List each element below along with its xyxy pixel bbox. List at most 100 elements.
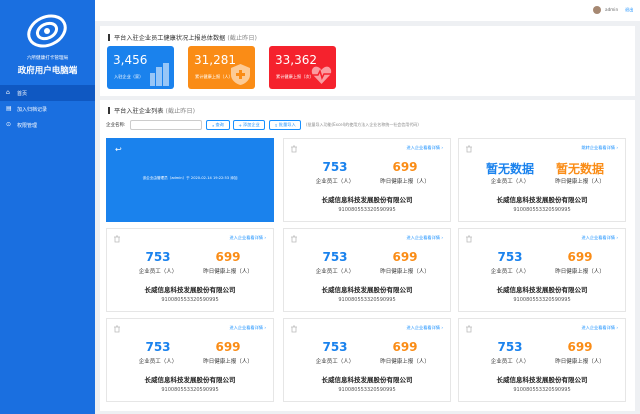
stat-label: 入驻企业（家）: [114, 74, 144, 79]
company-card[interactable]: 进入企业看看详情 › 753 699 企业员工（人） 昨日健康上报（人） 长威信息科技发展…: [106, 318, 274, 402]
sidebar: 六所健康打卡管理局 政府用户电脑端 ⌂ 首页 ▤ 加入归档记录 ⊙ 权限管理: [0, 0, 95, 414]
report-count: 699: [567, 250, 593, 264]
enter-details-link[interactable]: 进入企业看看详情 ›: [406, 325, 443, 331]
company-name: 长威信息科技发展股份有限公司: [321, 286, 413, 294]
enter-details-link[interactable]: 进入企业看看详情 ›: [581, 235, 618, 241]
search-button[interactable]: ⌕ 查询: [206, 120, 230, 130]
credit-code: 910080553320590995: [161, 297, 219, 303]
summary-panel: 平台入驻企业员工健康状况上报总体数据 (截止昨日): [100, 26, 635, 96]
enter-details-link[interactable]: 进入企业看看详情 ›: [406, 145, 443, 151]
staff-label: 企业员工（人）: [315, 359, 355, 365]
company-name: 长威信息科技发展股份有限公司: [496, 286, 588, 294]
back-icon[interactable]: ↩: [115, 145, 122, 154]
enter-details-link[interactable]: 跳转企业看看详情 ›: [581, 145, 618, 151]
upload-icon: ⇪: [274, 122, 278, 128]
staff-label: 企业员工（人）: [138, 269, 178, 275]
trash-icon[interactable]: [465, 325, 473, 333]
staff-label: 企业员工（人）: [315, 269, 355, 275]
staff-count: 753: [497, 250, 523, 264]
nav-label: 权限管理: [17, 122, 38, 129]
trash-icon[interactable]: [290, 235, 298, 243]
company-card[interactable]: 进入企业看看详情 › 753 699 企业员工（人） 昨日健康上报（人） 长威信息科技发展…: [283, 228, 451, 312]
logout-link[interactable]: 退出: [625, 7, 633, 13]
company-card-selected[interactable]: ↩ 该企业由管理员（admin）于 2020-02-14 19:22:53 添加: [106, 138, 274, 222]
stat-card-reports: 33,362 累计健康上报（次）: [269, 46, 336, 89]
credit-code: 910080553320590995: [513, 297, 571, 303]
search-icon: ⌕: [212, 122, 215, 128]
username: admin: [605, 7, 619, 12]
company-card[interactable]: 进入企业看看详情 › 753 699 企业员工（人） 昨日健康上报（人） 长威信息科技发展…: [106, 228, 274, 312]
enter-details-link[interactable]: 进入企业看看详情 ›: [229, 325, 266, 331]
report-count: 699: [215, 250, 241, 264]
staff-count: 753: [145, 340, 171, 354]
credit-code: 910080553320590995: [513, 387, 571, 393]
trash-icon[interactable]: [290, 325, 298, 333]
avatar[interactable]: [593, 6, 601, 14]
company-name: 长威信息科技发展股份有限公司: [321, 196, 413, 204]
trash-icon[interactable]: [113, 325, 121, 333]
trash-icon[interactable]: [290, 145, 298, 153]
heartbeat-icon: [311, 66, 332, 84]
plus-icon: +: [238, 122, 242, 128]
home-icon: ⌂: [6, 89, 10, 96]
enter-details-link[interactable]: 进入企业看看详情 ›: [581, 325, 618, 331]
stat-value: 3,456: [113, 53, 148, 67]
staff-label: 企业员工（人）: [490, 359, 530, 365]
app-logo-icon: [27, 14, 67, 48]
stat-label: 累计健康上报（人）: [195, 74, 233, 79]
top-bar: admin 退出: [95, 0, 640, 21]
company-name-input[interactable]: [130, 120, 202, 130]
credit-code: 910080553320590995: [338, 387, 396, 393]
staff-label: 企业员工（人）: [315, 179, 355, 185]
report-label: 昨日健康上报（人）: [203, 269, 253, 275]
company-card[interactable]: 跳转企业看看详情 › 暂无数据 暂无数据 企业员工（人） 昨日健康上报（人） 长威信息科技…: [458, 138, 626, 222]
nav-label: 首页: [17, 90, 28, 97]
report-count: 暂无数据: [555, 162, 604, 176]
staff-count: 753: [497, 340, 523, 354]
stat-card-companies: 3,456 入驻企业（家）: [107, 46, 174, 89]
nav-item-home[interactable]: ⌂ 首页: [0, 85, 95, 101]
nav-item-permissions[interactable]: ⊙ 权限管理: [0, 117, 95, 133]
staff-label: 企业员工（人）: [490, 269, 530, 275]
document-icon: ▤: [6, 105, 12, 112]
report-count: 699: [392, 250, 418, 264]
company-name: 长威信息科技发展股份有限公司: [496, 376, 588, 384]
company-name: 长威信息科技发展股份有限公司: [144, 286, 236, 294]
credit-code: 910080553320590995: [338, 297, 396, 303]
report-label: 昨日健康上报（人）: [203, 359, 253, 365]
report-label: 昨日健康上报（人）: [380, 179, 430, 185]
trash-icon[interactable]: [465, 145, 473, 153]
report-label: 昨日健康上报（人）: [380, 269, 430, 275]
report-count: 699: [392, 160, 418, 174]
staff-count: 753: [145, 250, 171, 264]
report-label: 昨日健康上报（人）: [380, 359, 430, 365]
stat-label: 累计健康上报（次）: [276, 74, 314, 79]
nav-item-archive[interactable]: ▤ 加入归档记录: [0, 101, 95, 117]
nav-label: 加入归档记录: [17, 106, 48, 113]
summary-title: 平台入驻企业员工健康状况上报总体数据 (截止昨日): [108, 33, 257, 42]
batch-import-button[interactable]: ⇪ 批量导入: [269, 120, 301, 130]
company-card[interactable]: 进入企业看看详情 › 753 699 企业员工（人） 昨日健康上报（人） 长威信息科技发展…: [283, 138, 451, 222]
add-company-button[interactable]: + 添加企业: [233, 120, 265, 130]
report-count: 699: [215, 340, 241, 354]
app-title: 政府用户电脑端: [17, 66, 78, 76]
list-title: 平台入驻企业列表 (截止昨日): [108, 106, 195, 115]
building-icon: [150, 63, 169, 86]
credit-code: 910080553320590995: [161, 387, 219, 393]
company-card[interactable]: 进入企业看看详情 › 753 699 企业员工（人） 昨日健康上报（人） 长威信息科技发展…: [458, 228, 626, 312]
report-label: 昨日健康上报（人）: [555, 359, 605, 365]
company-name: 长威信息科技发展股份有限公司: [496, 196, 588, 204]
company-card[interactable]: 进入企业看看详情 › 753 699 企业员工（人） 昨日健康上报（人） 长威信息科技发展…: [458, 318, 626, 402]
company-card[interactable]: 进入企业看看详情 › 753 699 企业员工（人） 昨日健康上报（人） 长威信息科技发展…: [283, 318, 451, 402]
enter-details-link[interactable]: 进入企业看看详情 ›: [229, 235, 266, 241]
trash-icon[interactable]: [113, 235, 121, 243]
credit-code: 91008055332059099​5: [338, 207, 396, 213]
staff-label: 企业员工（人）: [138, 359, 178, 365]
company-name-label: 企业名称:: [106, 123, 126, 128]
staff-count: 753: [322, 250, 348, 264]
report-label: 昨日健康上报（人）: [555, 179, 605, 185]
enter-details-link[interactable]: 进入企业看看详情 ›: [406, 235, 443, 241]
import-note: (批量导入功能(Excel)的使用方法入企业名称统一社会信用代码): [306, 122, 419, 127]
trash-icon[interactable]: [465, 235, 473, 243]
company-name: 长威信息科技发展股份有限公司: [321, 376, 413, 384]
